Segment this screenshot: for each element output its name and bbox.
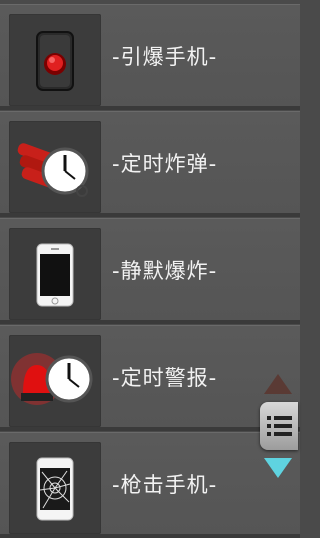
scroll-down-button[interactable] bbox=[262, 454, 294, 482]
triangle-up-icon bbox=[264, 374, 292, 394]
alarm-clock-icon bbox=[9, 335, 101, 427]
scroll-up-button[interactable] bbox=[262, 370, 294, 398]
scroll-controls bbox=[258, 370, 300, 490]
item-label: -枪击手机- bbox=[112, 473, 218, 497]
triangle-down-icon bbox=[264, 458, 292, 478]
item-label: -定时警报- bbox=[112, 366, 218, 390]
item-label: -引爆手机- bbox=[112, 45, 218, 69]
list-item-time-bomb[interactable]: -定时炸弹- bbox=[0, 111, 300, 217]
list-item-silent-explosion[interactable]: -静默爆炸- bbox=[0, 218, 300, 324]
item-label: -静默爆炸- bbox=[112, 259, 218, 283]
red-button-icon bbox=[9, 14, 101, 106]
list-item-shoot-phone[interactable]: -枪击手机- bbox=[0, 432, 300, 538]
list-icon bbox=[267, 416, 292, 436]
item-label: -定时炸弹- bbox=[112, 152, 218, 176]
list-item-detonate-phone[interactable]: -引爆手机- bbox=[0, 4, 300, 110]
list-item-timed-alarm[interactable]: -定时警报- bbox=[0, 325, 300, 431]
phone-icon bbox=[9, 228, 101, 320]
time-bomb-icon bbox=[9, 121, 101, 213]
list-menu-button[interactable] bbox=[260, 402, 298, 450]
shattered-phone-icon bbox=[9, 442, 101, 534]
